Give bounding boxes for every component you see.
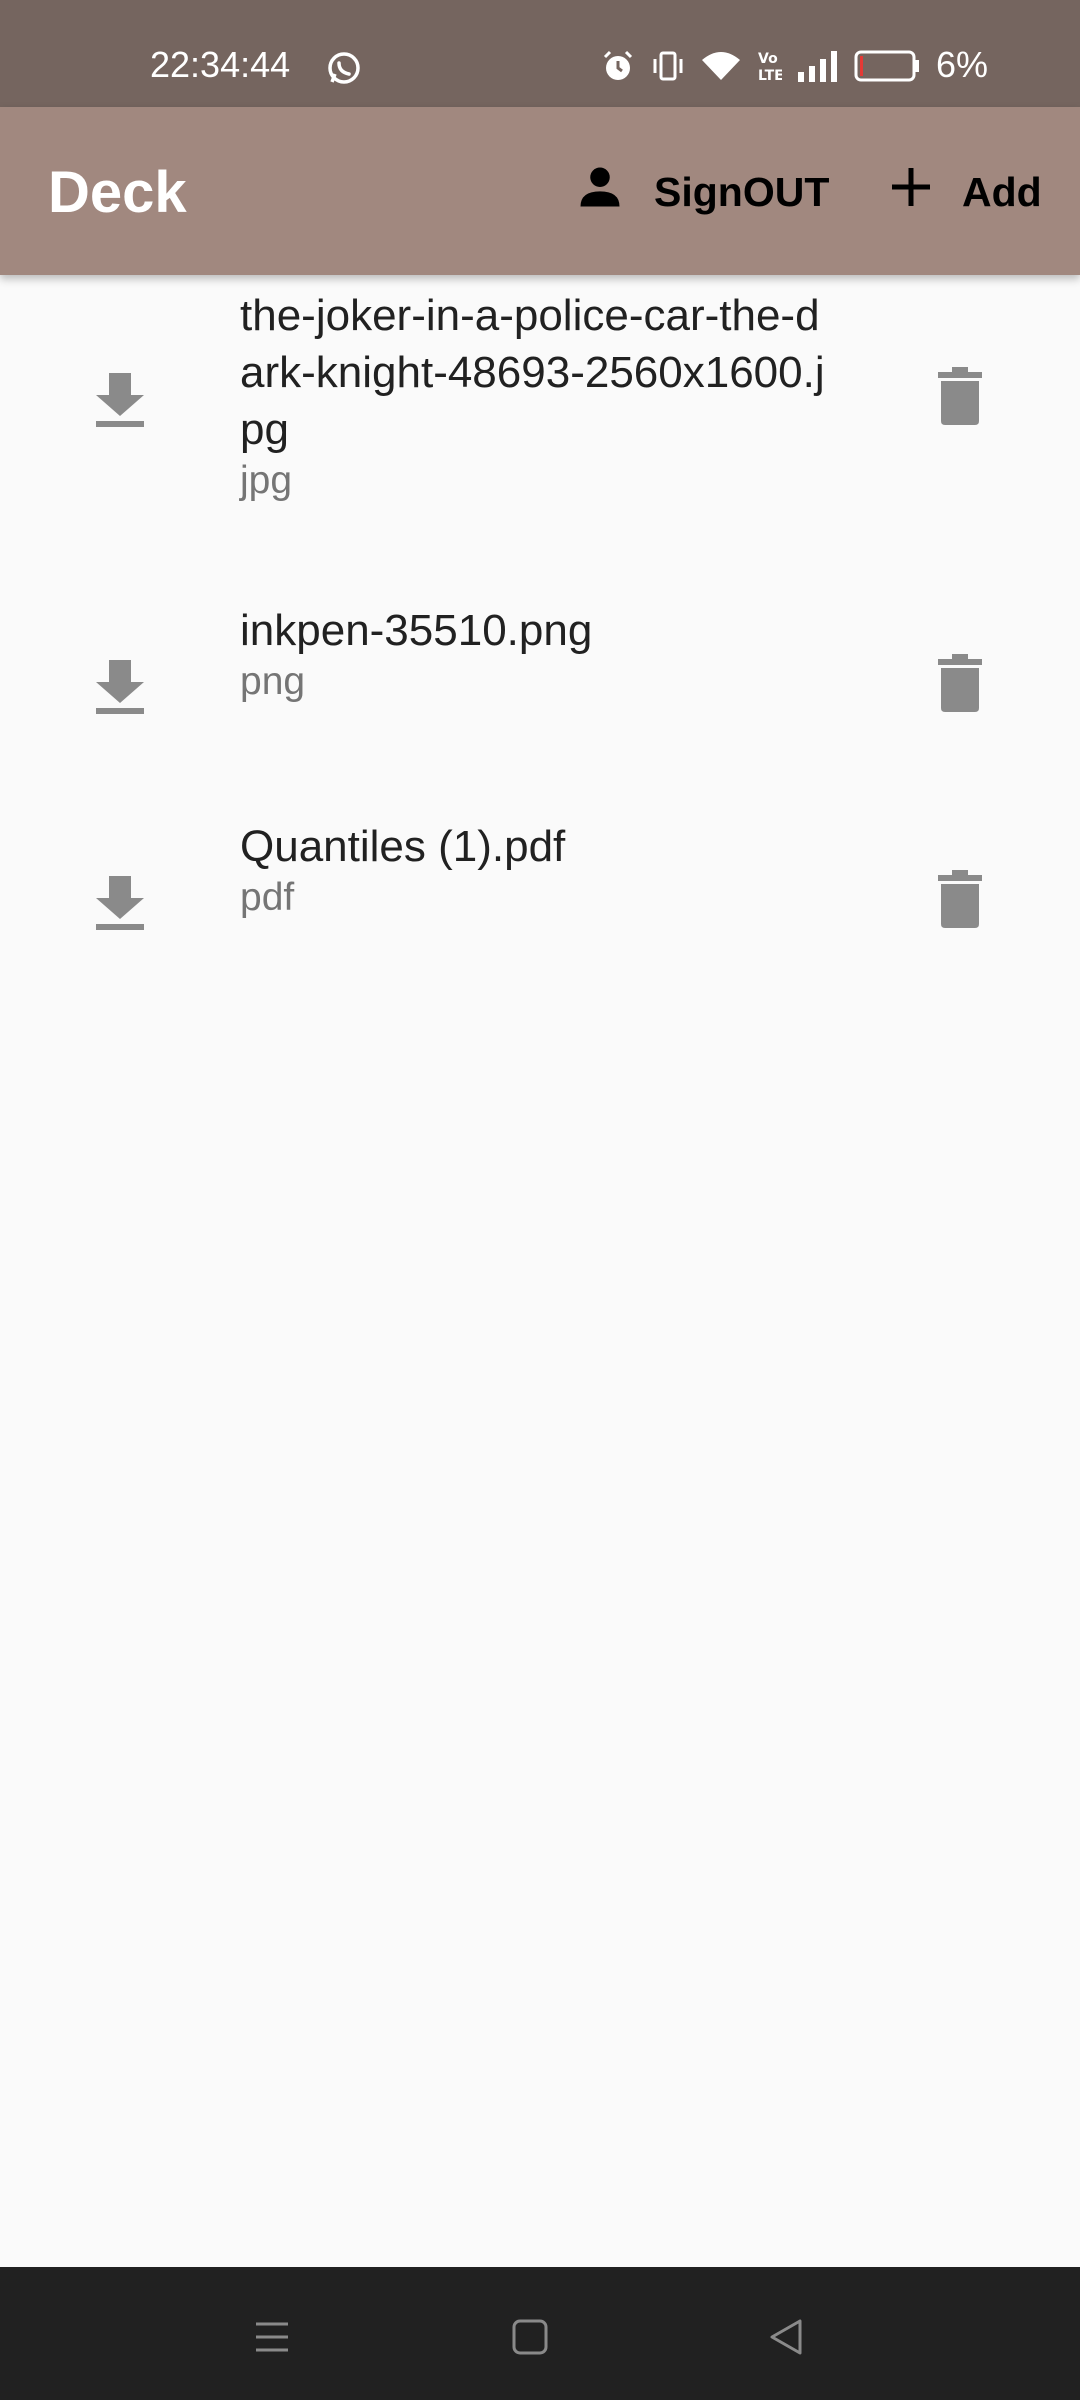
download-icon	[96, 876, 144, 930]
app-title: Deck	[48, 160, 187, 225]
delete-button[interactable]	[936, 367, 984, 427]
file-name: inkpen-35510.png	[240, 606, 593, 655]
delete-button[interactable]	[936, 870, 984, 930]
list-item: inkpen-35510.png png	[0, 602, 1080, 782]
signout-label: SignOUT	[654, 168, 830, 215]
list-item: Quantiles (1).pdf pdf	[0, 818, 1080, 998]
file-text: Quantiles (1).pdf pdf	[240, 818, 840, 921]
trash-icon	[938, 367, 982, 425]
back-button[interactable]	[758, 2307, 818, 2367]
vibrate-icon	[650, 48, 686, 84]
download-button[interactable]	[92, 369, 148, 429]
trash-icon	[938, 870, 982, 928]
battery-icon	[854, 49, 920, 83]
back-icon	[770, 2319, 802, 2355]
signout-button[interactable]: SignOUT	[574, 147, 829, 237]
app-bar: Deck SignOUT Add	[0, 107, 1080, 275]
file-text: inkpen-35510.png png	[240, 602, 840, 705]
trash-icon	[938, 654, 982, 712]
status-bar: 22:34:44 Vo LTE 6%	[0, 0, 1080, 107]
status-time: 22:34:44	[150, 44, 291, 85]
add-label: Add	[962, 168, 1042, 215]
status-icons: Vo LTE	[600, 46, 920, 86]
list-item: the-joker-in-a-police-car-the-dark-knigh…	[0, 275, 1080, 565]
person-icon	[574, 161, 654, 223]
file-type: pdf	[240, 876, 295, 919]
battery-percentage: 6%	[935, 44, 988, 85]
svg-text:Vo: Vo	[758, 51, 778, 67]
plus-icon	[888, 164, 962, 220]
file-name: the-joker-in-a-police-car-the-dark-knigh…	[240, 291, 825, 454]
wifi-icon	[700, 48, 742, 84]
home-icon	[512, 2319, 548, 2355]
file-type: png	[240, 660, 306, 703]
alarm-icon	[600, 48, 636, 84]
file-name: Quantiles (1).pdf	[240, 822, 566, 871]
signal-icon	[796, 48, 840, 84]
download-button[interactable]	[92, 872, 148, 932]
file-text: the-joker-in-a-police-car-the-dark-knigh…	[240, 287, 840, 504]
download-button[interactable]	[92, 656, 148, 716]
whatsapp-icon	[326, 50, 362, 86]
volte-icon: Vo LTE	[756, 48, 782, 84]
svg-text:LTE: LTE	[758, 68, 782, 84]
download-icon	[96, 373, 144, 427]
delete-button[interactable]	[936, 654, 984, 714]
file-type: jpg	[240, 459, 293, 502]
system-nav-bar	[0, 2267, 1080, 2400]
menu-icon	[256, 2322, 288, 2352]
download-icon	[96, 660, 144, 714]
add-button[interactable]: Add	[888, 147, 1042, 237]
menu-button[interactable]	[242, 2307, 302, 2367]
home-button[interactable]	[500, 2307, 560, 2367]
